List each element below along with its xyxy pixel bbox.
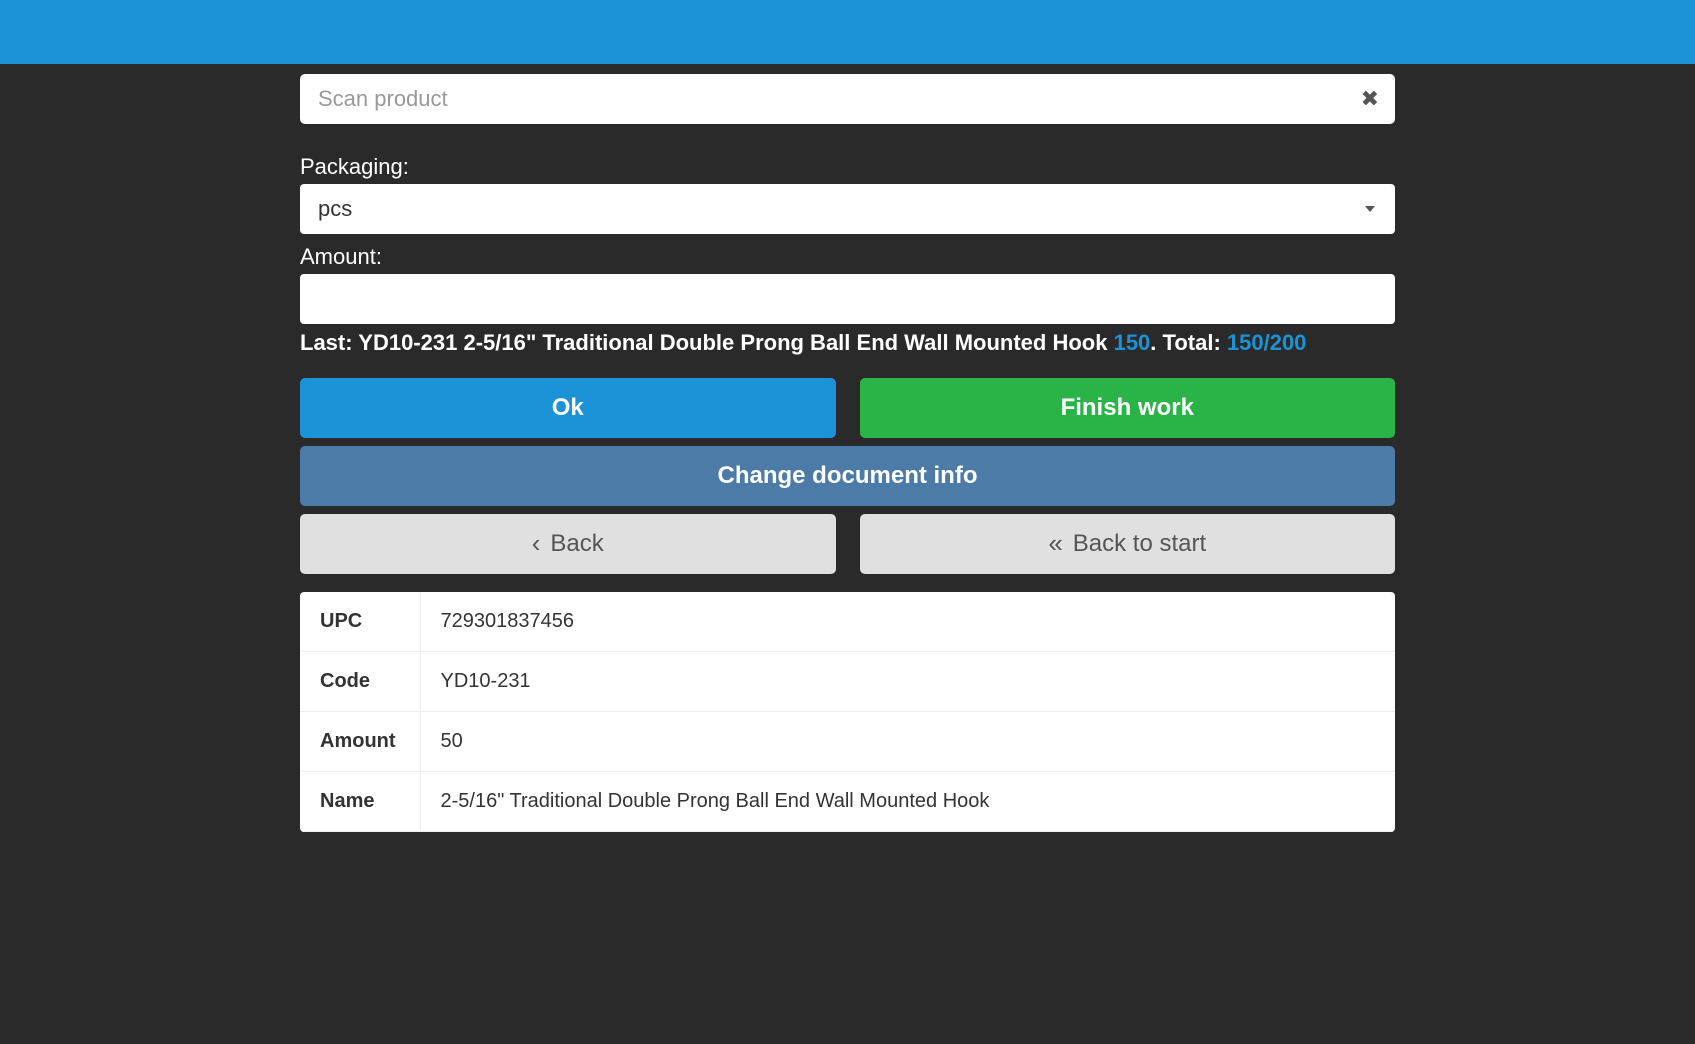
status-last-count: 150: [1114, 330, 1151, 355]
clear-icon[interactable]: ✖: [1361, 88, 1379, 110]
table-row: Name 2-5/16" Traditional Double Prong Ba…: [300, 772, 1395, 832]
back-to-start-button[interactable]: « Back to start: [860, 514, 1396, 574]
change-document-info-button[interactable]: Change document info: [300, 446, 1395, 506]
product-info-table: UPC 729301837456 Code YD10-231 Amount 50…: [300, 592, 1395, 832]
amount-input[interactable]: [300, 274, 1395, 324]
status-dot: .: [1150, 330, 1162, 355]
code-label-cell: Code: [300, 652, 420, 712]
table-row: Code YD10-231: [300, 652, 1395, 712]
name-value-cell: 2-5/16" Traditional Double Prong Ball En…: [420, 772, 1395, 832]
ok-button[interactable]: Ok: [300, 378, 836, 438]
name-label-cell: Name: [300, 772, 420, 832]
packaging-select[interactable]: pcs: [300, 184, 1395, 234]
status-total-value: 150/200: [1227, 330, 1307, 355]
scan-product-input[interactable]: [300, 74, 1395, 124]
table-row: UPC 729301837456: [300, 592, 1395, 652]
finish-work-button[interactable]: Finish work: [860, 378, 1396, 438]
status-line: Last: YD10-231 2-5/16" Traditional Doubl…: [300, 330, 1395, 356]
top-header-bar: [0, 0, 1695, 64]
double-chevron-left-icon: «: [1048, 530, 1062, 556]
amount-label: Amount:: [300, 244, 1395, 270]
amount-label-cell: Amount: [300, 712, 420, 772]
back-to-start-button-label: Back to start: [1073, 530, 1206, 558]
status-last-text: YD10-231 2-5/16" Traditional Double Pron…: [358, 330, 1113, 355]
table-row: Amount 50: [300, 712, 1395, 772]
amount-value-cell: 50: [420, 712, 1395, 772]
status-last-prefix: Last:: [300, 330, 358, 355]
chevron-left-icon: ‹: [532, 530, 541, 556]
status-total-label: Total:: [1163, 330, 1227, 355]
packaging-label: Packaging:: [300, 154, 1395, 180]
scan-product-search: ✖: [300, 74, 1395, 124]
upc-value-cell: 729301837456: [420, 592, 1395, 652]
back-button[interactable]: ‹ Back: [300, 514, 836, 574]
back-button-label: Back: [550, 530, 603, 558]
code-value-cell: YD10-231: [420, 652, 1395, 712]
upc-label-cell: UPC: [300, 592, 420, 652]
packaging-select-wrap: pcs: [300, 184, 1395, 234]
